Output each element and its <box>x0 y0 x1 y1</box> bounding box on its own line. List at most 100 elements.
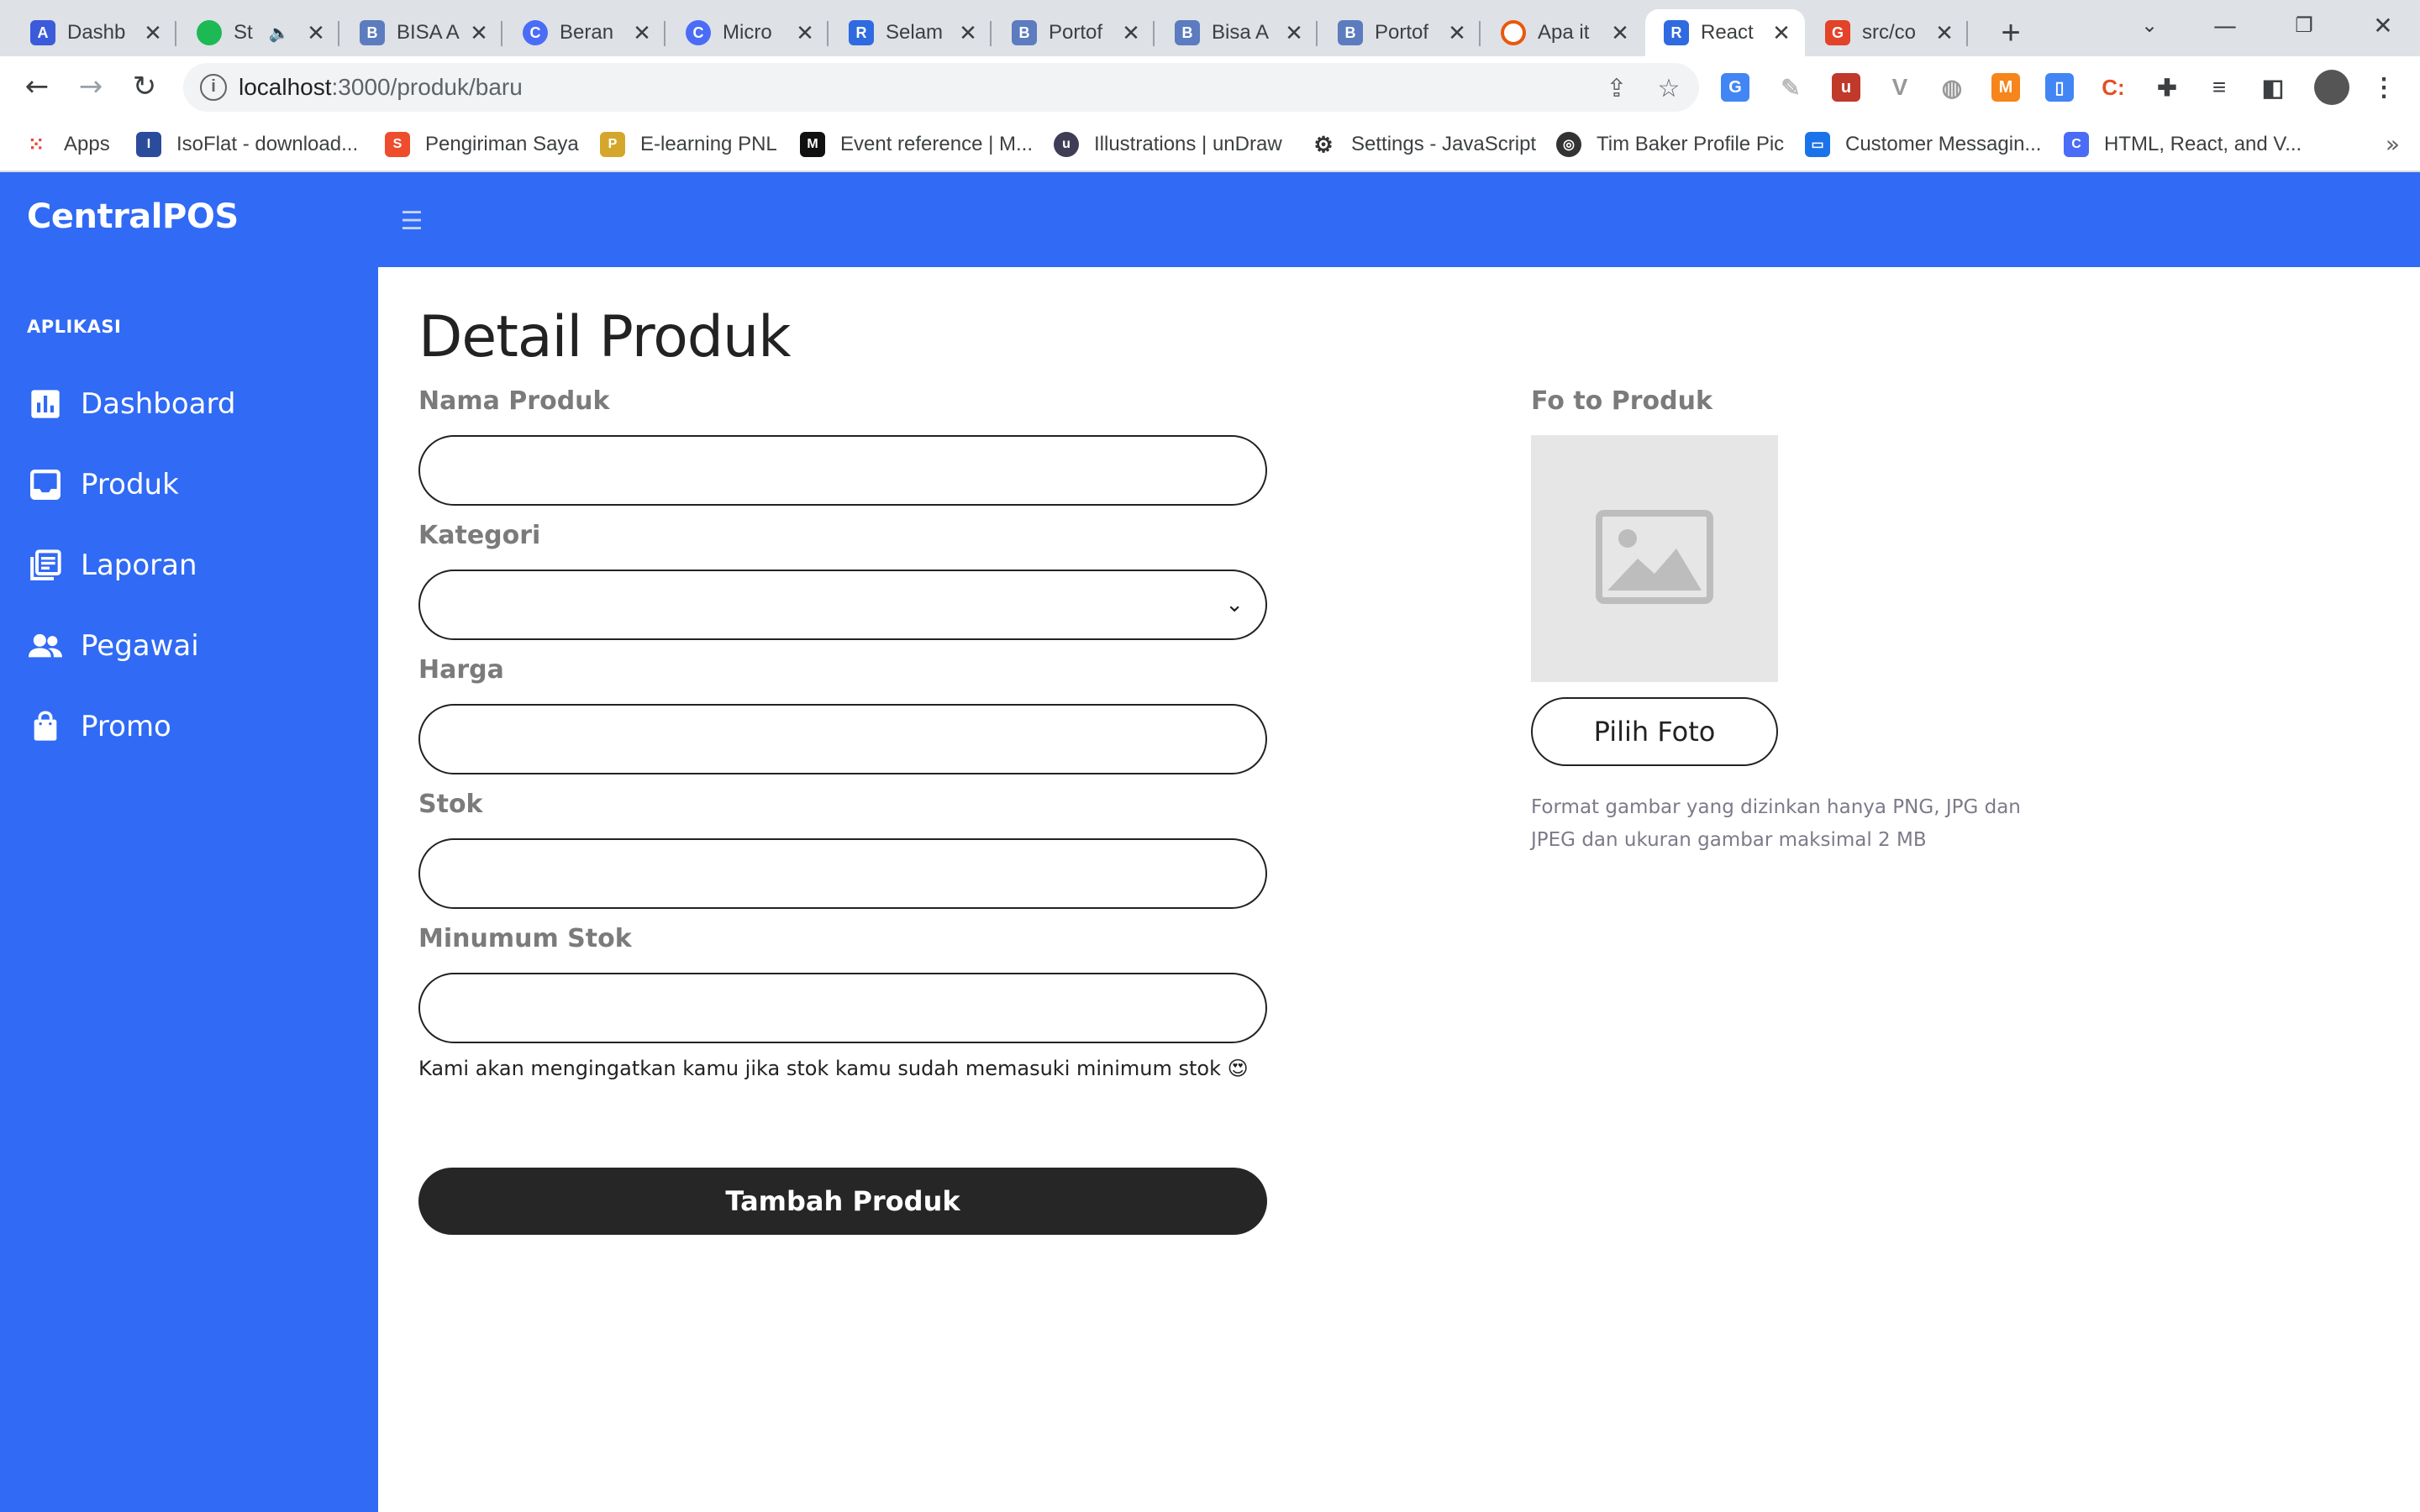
url-text[interactable]: localhost:3000/produk/baru <box>239 74 523 101</box>
ublock-extension-icon[interactable]: u <box>1832 73 1860 102</box>
browser-tab[interactable]: G src/co ✕ <box>1807 9 1968 56</box>
bookmark-item[interactable]: ▭ Customer Messagin... <box>1805 129 2041 160</box>
close-icon[interactable]: ✕ <box>1282 20 1306 46</box>
close-icon[interactable]: ✕ <box>956 20 980 46</box>
forward-button[interactable]: → <box>69 65 113 108</box>
sidebar-item-laporan[interactable]: Laporan <box>27 540 363 591</box>
translate-extension-icon[interactable]: G <box>1721 73 1749 102</box>
minimum-stok-label: Minumum Stok <box>418 924 632 953</box>
minimize-button[interactable]: — <box>2200 7 2250 44</box>
tab-search-icon[interactable]: ⌄ <box>2124 7 2175 44</box>
minimum-stok-hint: Kami akan mengingatkan kamu jika stok ka… <box>418 1057 1249 1080</box>
browser-tab[interactable]: R Selam ✕ <box>830 9 992 56</box>
close-icon[interactable]: ✕ <box>1119 20 1143 46</box>
gear-icon: ⚙ <box>1313 131 1334 157</box>
browser-tab[interactable]: C Micro ✕ <box>667 9 829 56</box>
nama-produk-input[interactable] <box>418 435 1267 506</box>
bookmark-label: Pengiriman Saya <box>425 133 579 155</box>
close-icon[interactable]: ✕ <box>630 20 654 46</box>
address-bar[interactable]: i localhost:3000/produk/baru ⇪ ☆ <box>183 63 1699 112</box>
image-placeholder-icon <box>1596 510 1713 607</box>
pen-extension-icon[interactable]: ✎ <box>1776 73 1805 102</box>
back-button[interactable]: ← <box>15 65 59 108</box>
apps-grid-icon: ⁙ <box>27 133 45 156</box>
browser-tab-active[interactable]: R React ✕ <box>1645 9 1805 56</box>
photo-format-note: Format gambar yang dizinkan hanya PNG, J… <box>1531 796 2021 851</box>
close-window-button[interactable]: ✕ <box>2358 7 2408 44</box>
browser-tab[interactable]: St 🔈 ✕ <box>178 9 339 56</box>
bookmark-item[interactable]: S Pengiriman Saya <box>385 129 579 160</box>
sidebar-item-label: Pegawai <box>81 629 199 663</box>
people-icon <box>27 627 64 664</box>
bookmark-star-icon[interactable]: ☆ <box>1654 73 1684 103</box>
web-extension-icon[interactable]: ◍ <box>1938 73 1966 102</box>
close-icon[interactable]: ✕ <box>1770 20 1793 46</box>
browser-tab[interactable]: B Portof ✕ <box>1319 9 1481 56</box>
bookmark-item[interactable]: I IsoFlat - download... <box>136 129 358 160</box>
bookmark-item[interactable]: u Illustrations | unDraw <box>1054 129 1282 160</box>
hamburger-menu-icon[interactable]: ☰ <box>395 206 429 236</box>
bookmark-item[interactable]: ⚙ Settings - JavaScript <box>1311 129 1536 160</box>
tab-separator <box>664 21 666 46</box>
browser-tab[interactable]: Apa it ✕ <box>1482 9 1644 56</box>
mdn-icon: M <box>800 132 825 157</box>
extensions-puzzle-icon[interactable]: ✚ <box>2153 73 2181 102</box>
sidebar-item-dashboard[interactable]: Dashboard <box>27 379 363 429</box>
speaker-icon[interactable]: 🔈 <box>267 23 291 44</box>
sidebar-item-label: Produk <box>81 468 179 501</box>
close-icon[interactable]: ✕ <box>793 20 817 46</box>
bookmark-item[interactable]: ◎ Tim Baker Profile Pic <box>1556 129 1784 160</box>
browser-tab[interactable]: C Beran ✕ <box>504 9 666 56</box>
new-tab-button[interactable]: + <box>1990 12 2032 54</box>
site-info-icon[interactable]: i <box>200 74 227 101</box>
sidebar-item-pegawai[interactable]: Pegawai <box>27 621 363 671</box>
tab-title: Dashb <box>67 21 126 44</box>
tab-title: Portof <box>1049 21 1103 44</box>
browser-menu-icon[interactable]: ⋮ <box>2370 73 2398 102</box>
bookmark-label: Illustrations | unDraw <box>1094 133 1282 155</box>
browser-tab[interactable]: B Bisa A ✕ <box>1156 9 1318 56</box>
clipboard-extension-icon[interactable]: ▯ <box>2045 73 2074 102</box>
report-icon <box>27 547 64 584</box>
restore-button[interactable]: ❐ <box>2279 7 2329 44</box>
tab-title: Portof <box>1375 21 1429 44</box>
tab-title: Beran <box>560 21 614 44</box>
isoflat-icon: I <box>136 132 161 157</box>
globe-icon: ◎ <box>1556 132 1581 157</box>
close-icon[interactable]: ✕ <box>1933 20 1956 46</box>
bookmark-item[interactable]: P E-learning PNL <box>600 129 777 160</box>
pilih-foto-button[interactable]: Pilih Foto <box>1531 697 1778 766</box>
share-icon[interactable]: ⇪ <box>1602 73 1632 103</box>
close-icon[interactable]: ✕ <box>1608 20 1632 46</box>
more-bookmarks-icon[interactable]: » <box>2386 130 2400 158</box>
reading-list-icon[interactable]: ≡ <box>2205 73 2233 102</box>
profile-avatar[interactable] <box>2314 70 2349 105</box>
bookmark-item[interactable]: ⁙ Apps <box>24 129 110 160</box>
bookmark-item[interactable]: M Event reference | M... <box>800 129 1033 160</box>
stok-input[interactable] <box>418 838 1267 909</box>
sidebar-item-promo[interactable]: Promo <box>27 701 363 752</box>
css-extension-icon[interactable]: C: <box>2099 73 2128 102</box>
close-icon[interactable]: ✕ <box>467 20 491 46</box>
minimum-stok-input[interactable] <box>418 973 1267 1043</box>
brand-logo[interactable]: CentralPOS <box>27 197 239 236</box>
c-favicon: C <box>686 20 711 45</box>
close-icon[interactable]: ✕ <box>141 20 165 46</box>
close-icon[interactable]: ✕ <box>1445 20 1469 46</box>
browser-tab[interactable]: B Portof ✕ <box>993 9 1155 56</box>
harga-label: Harga <box>418 655 504 685</box>
page-title: Detail Produk <box>418 304 791 370</box>
v-extension-icon[interactable]: V <box>1886 73 1914 102</box>
sidebar-item-produk[interactable]: Produk <box>27 459 363 510</box>
browser-tab[interactable]: B BISA A ✕ <box>341 9 502 56</box>
tambah-produk-button[interactable]: Tambah Produk <box>418 1168 1267 1235</box>
reload-button[interactable]: ↻ <box>123 65 166 108</box>
metamask-extension-icon[interactable]: M <box>1991 73 2020 102</box>
harga-input[interactable] <box>418 704 1267 774</box>
sidebar-item-label: Laporan <box>81 549 197 582</box>
bookmark-item[interactable]: C HTML, React, and V... <box>2064 129 2302 160</box>
kategori-select[interactable]: ⌄ <box>418 570 1267 640</box>
close-icon[interactable]: ✕ <box>304 20 328 46</box>
side-panel-icon[interactable]: ◧ <box>2259 73 2287 102</box>
browser-tab[interactable]: A Dashb ✕ <box>12 9 176 56</box>
